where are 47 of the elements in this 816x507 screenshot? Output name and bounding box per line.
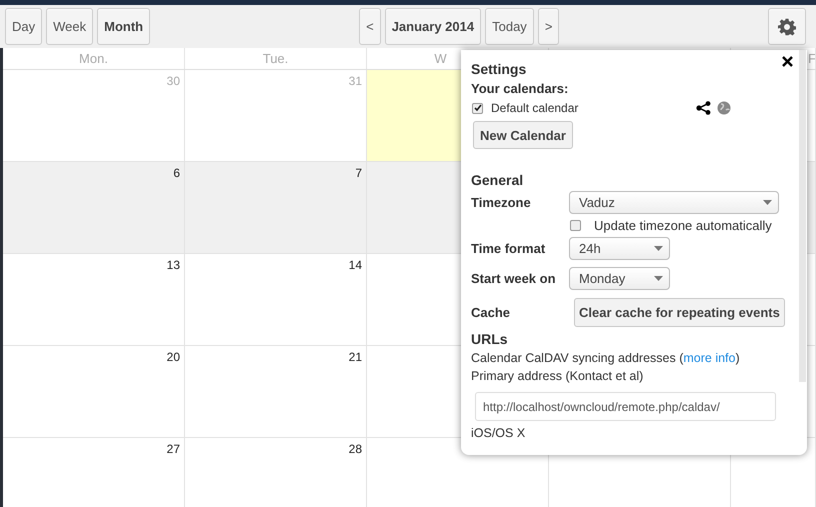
day-number[interactable]: 14 — [348, 258, 362, 272]
calendar-name: Default calendar — [491, 101, 580, 115]
caldav-note: Calendar CalDAV syncing addresses (more info) — [471, 351, 741, 365]
close-icon[interactable] — [782, 56, 793, 67]
clear-cache-button[interactable]: Clear cache for repeating events — [574, 298, 785, 327]
address-label: iOS/OS X — [471, 426, 526, 440]
caret-icon — [654, 246, 663, 251]
view-tab[interactable]: Month — [97, 8, 150, 45]
checkbox-label: Update timezone automatically — [594, 218, 772, 233]
dropdown[interactable]: Vaduz — [569, 191, 779, 214]
dropdown[interactable]: 24h — [569, 237, 670, 260]
day-number[interactable]: 6 — [173, 166, 180, 180]
day-number[interactable]: 28 — [348, 442, 362, 456]
checkbox[interactable] — [472, 102, 483, 114]
day-number[interactable]: 27 — [166, 442, 180, 456]
weekday-header: Tue. — [185, 48, 367, 69]
day-number[interactable]: 21 — [348, 350, 362, 364]
view-tab[interactable]: Week — [46, 8, 94, 45]
share-icon[interactable] — [696, 101, 711, 115]
section-label: Your calendars: — [471, 81, 568, 96]
address-field[interactable]: http://localhost/owncloud/remote.php/caldav/ — [475, 392, 776, 421]
day-number[interactable]: 7 — [355, 166, 362, 180]
checkbox[interactable] — [570, 220, 581, 231]
settings-button[interactable] — [768, 8, 806, 45]
field-label: Start week on — [471, 271, 557, 286]
day-number[interactable]: 20 — [166, 350, 180, 364]
dropdown[interactable]: Monday — [569, 267, 670, 290]
caret-icon — [763, 200, 772, 205]
caret-icon — [654, 276, 663, 281]
section-heading: URLs — [471, 331, 508, 347]
settings-icon — [778, 18, 796, 36]
day-number[interactable]: 13 — [166, 258, 180, 272]
today-button[interactable]: Today — [485, 8, 534, 45]
more-info-link[interactable]: more info — [683, 351, 736, 365]
next-button[interactable]: > — [538, 8, 560, 45]
period-button[interactable]: January 2014 — [384, 8, 482, 45]
previous-button[interactable]: < — [359, 8, 381, 45]
new-calendar-button[interactable]: New Calendar — [473, 121, 573, 149]
weekday-header: Mon. — [3, 48, 185, 69]
field-label: Time format — [471, 241, 546, 256]
view-tab[interactable]: Day — [5, 8, 42, 45]
field-label: Cache — [471, 305, 512, 320]
globe-icon[interactable] — [717, 101, 731, 115]
section-heading: General — [471, 172, 524, 188]
scrollbar[interactable] — [799, 50, 806, 382]
field-label: Timezone — [471, 195, 532, 210]
address-label: Primary address (Kontact et al) — [471, 369, 644, 383]
